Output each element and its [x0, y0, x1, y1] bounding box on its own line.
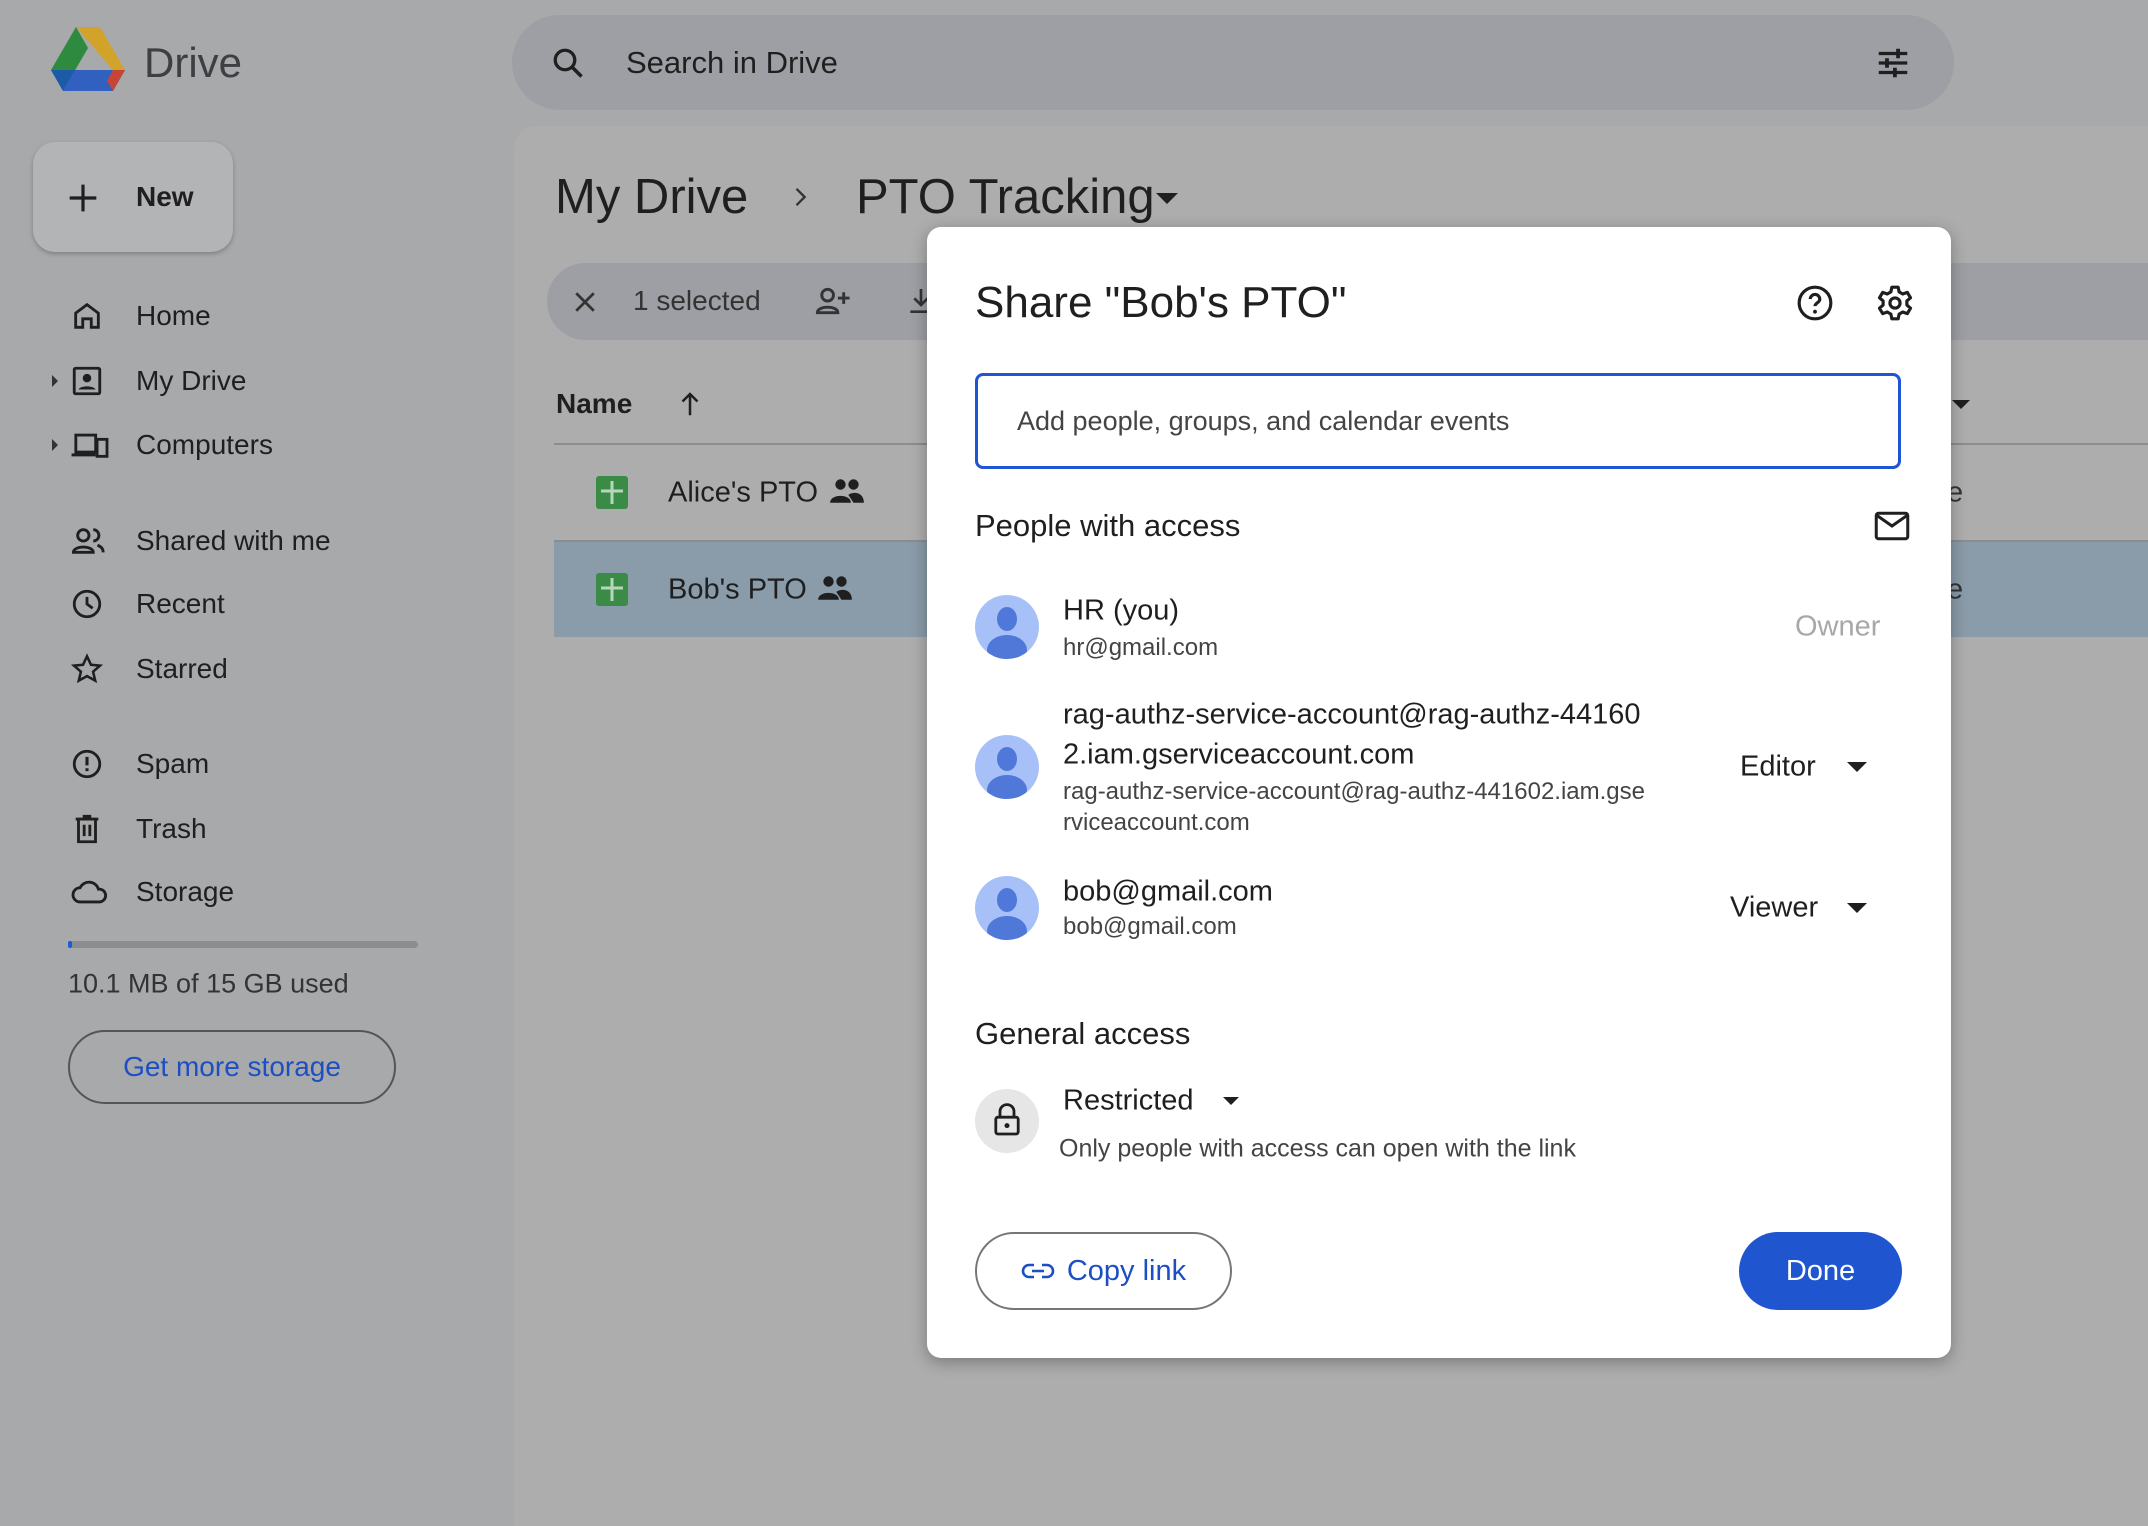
search-options-icon[interactable]: [1874, 44, 1912, 82]
plus-icon: [69, 184, 97, 212]
expand-caret-icon[interactable]: [52, 375, 58, 387]
share-dialog: Share "Bob's PTO" People with access HR …: [927, 227, 1951, 1358]
people-with-access-heading: People with access: [975, 508, 1241, 543]
sidebar-item-computers[interactable]: Computers: [0, 415, 480, 475]
role-dropdown-viewer[interactable]: Viewer: [1727, 883, 1877, 933]
drive-logo[interactable]: [51, 27, 125, 93]
person-name: HR (you): [1063, 594, 1180, 627]
search-bar[interactable]: Search in Drive: [512, 15, 1954, 110]
dropdown-arrow-icon: [1847, 903, 1867, 913]
star-icon: [70, 653, 104, 684]
home-icon: [74, 302, 100, 329]
folder-menu-dropdown-icon[interactable]: [1156, 193, 1178, 204]
general-access-dropdown[interactable]: Restricted: [1057, 1077, 1257, 1125]
sidebar-item-storage[interactable]: Storage: [0, 862, 480, 922]
sidebar-item-starred[interactable]: Starred: [0, 639, 480, 699]
shared-icon: [71, 528, 105, 554]
lock-badge: [975, 1089, 1039, 1153]
sidebar-item-label: Computers: [136, 429, 273, 460]
sidebar-item-label: Starred: [136, 653, 228, 684]
sidebar-item-spam[interactable]: Spam: [0, 734, 480, 794]
new-button-label: New: [136, 181, 194, 212]
app-name: Drive: [144, 39, 243, 86]
sidebar-item-label: Recent: [136, 588, 225, 619]
avatar: [975, 735, 1039, 799]
sidebar-item-label: Shared with me: [136, 525, 331, 556]
file-name: Bob's PTO: [668, 573, 807, 605]
breadcrumb-my-drive[interactable]: My Drive: [555, 169, 748, 225]
shared-people-icon: [830, 479, 864, 503]
sidebar-item-recent[interactable]: Recent: [0, 574, 480, 634]
person-email-line2: rviceaccount.com: [1063, 809, 1250, 836]
general-access-heading: General access: [975, 1016, 1191, 1051]
computers-icon: [71, 433, 109, 458]
lock-icon: [994, 1103, 1020, 1136]
spam-icon: [72, 749, 102, 779]
access-description: Only people with access can open with th…: [1059, 1134, 1576, 1163]
person-email: hr@gmail.com: [1063, 634, 1219, 661]
dropdown-arrow-icon: [1223, 1097, 1239, 1105]
sidebar-item-label: My Drive: [136, 365, 247, 396]
person-name-line1: rag-authz-service-account@rag-authz-4416…: [1063, 698, 1641, 731]
settings-gear-icon[interactable]: [1876, 284, 1914, 322]
storage-progress-fill: [68, 941, 72, 948]
trash-icon: [75, 814, 99, 844]
person-name: bob@gmail.com: [1063, 875, 1273, 908]
shared-people-icon: [818, 576, 852, 600]
expand-caret-icon[interactable]: [52, 439, 58, 451]
role-label: Viewer: [1730, 891, 1819, 924]
sidebar-item-shared-with-me[interactable]: Shared with me: [0, 511, 480, 571]
column-dropdown-icon[interactable]: [1952, 400, 1970, 409]
drive-logo-icon: [51, 27, 125, 91]
my-drive-icon: [72, 366, 102, 396]
new-button[interactable]: New: [33, 142, 233, 252]
sidebar-item-home[interactable]: Home: [0, 286, 480, 346]
name-column-header[interactable]: Name: [556, 388, 632, 420]
sidebar-item-label: Storage: [136, 876, 235, 907]
role-label: Editor: [1740, 750, 1816, 783]
person-email-line1: rag-authz-service-account@rag-authz-4416…: [1063, 778, 1645, 805]
avatar: [975, 876, 1039, 940]
access-level-label: Restricted: [1063, 1084, 1194, 1117]
clear-selection-icon[interactable]: [570, 287, 600, 317]
copy-link-button[interactable]: Copy link: [975, 1232, 1232, 1310]
breadcrumb-current-folder[interactable]: PTO Tracking: [856, 169, 1155, 225]
sheets-file-icon: [596, 476, 628, 509]
add-people-input[interactable]: [975, 373, 1901, 469]
get-more-storage-button[interactable]: Get more storage: [68, 1030, 396, 1104]
done-button[interactable]: Done: [1739, 1232, 1902, 1310]
dropdown-arrow-icon: [1847, 762, 1867, 772]
role-owner: Owner: [1795, 610, 1881, 643]
search-input[interactable]: Search in Drive: [626, 45, 838, 81]
share-person-add-icon[interactable]: [813, 283, 851, 319]
person-name-line2: 2.iam.gserviceaccount.com: [1063, 738, 1415, 771]
selection-count: 1 selected: [633, 285, 761, 316]
cloud-icon: [71, 880, 107, 904]
email-icon[interactable]: [1874, 510, 1910, 542]
sidebar-item-label: Home: [136, 300, 211, 331]
clock-icon: [72, 589, 102, 619]
dialog-title: Share "Bob's PTO": [975, 278, 1347, 327]
file-name: Alice's PTO: [668, 476, 819, 508]
person-email: bob@gmail.com: [1063, 913, 1237, 940]
sidebar-item-label: Trash: [136, 813, 207, 844]
avatar: [975, 595, 1039, 659]
link-icon: [1021, 1263, 1055, 1279]
copy-link-label: Copy link: [1066, 1254, 1187, 1287]
storage-progress-bar: [68, 941, 418, 948]
sort-ascending-icon[interactable]: [675, 388, 705, 420]
breadcrumb-chevron-icon: [795, 188, 807, 206]
sidebar-item-trash[interactable]: Trash: [0, 799, 480, 859]
role-dropdown-editor[interactable]: Editor: [1727, 742, 1877, 792]
sidebar-item-label: Spam: [136, 748, 210, 779]
storage-usage-text: 10.1 MB of 15 GB used: [68, 968, 349, 999]
search-icon[interactable]: [550, 45, 586, 81]
help-icon[interactable]: [1796, 284, 1834, 322]
sidebar-item-my-drive[interactable]: My Drive: [0, 351, 480, 411]
sheets-file-icon: [596, 573, 628, 606]
